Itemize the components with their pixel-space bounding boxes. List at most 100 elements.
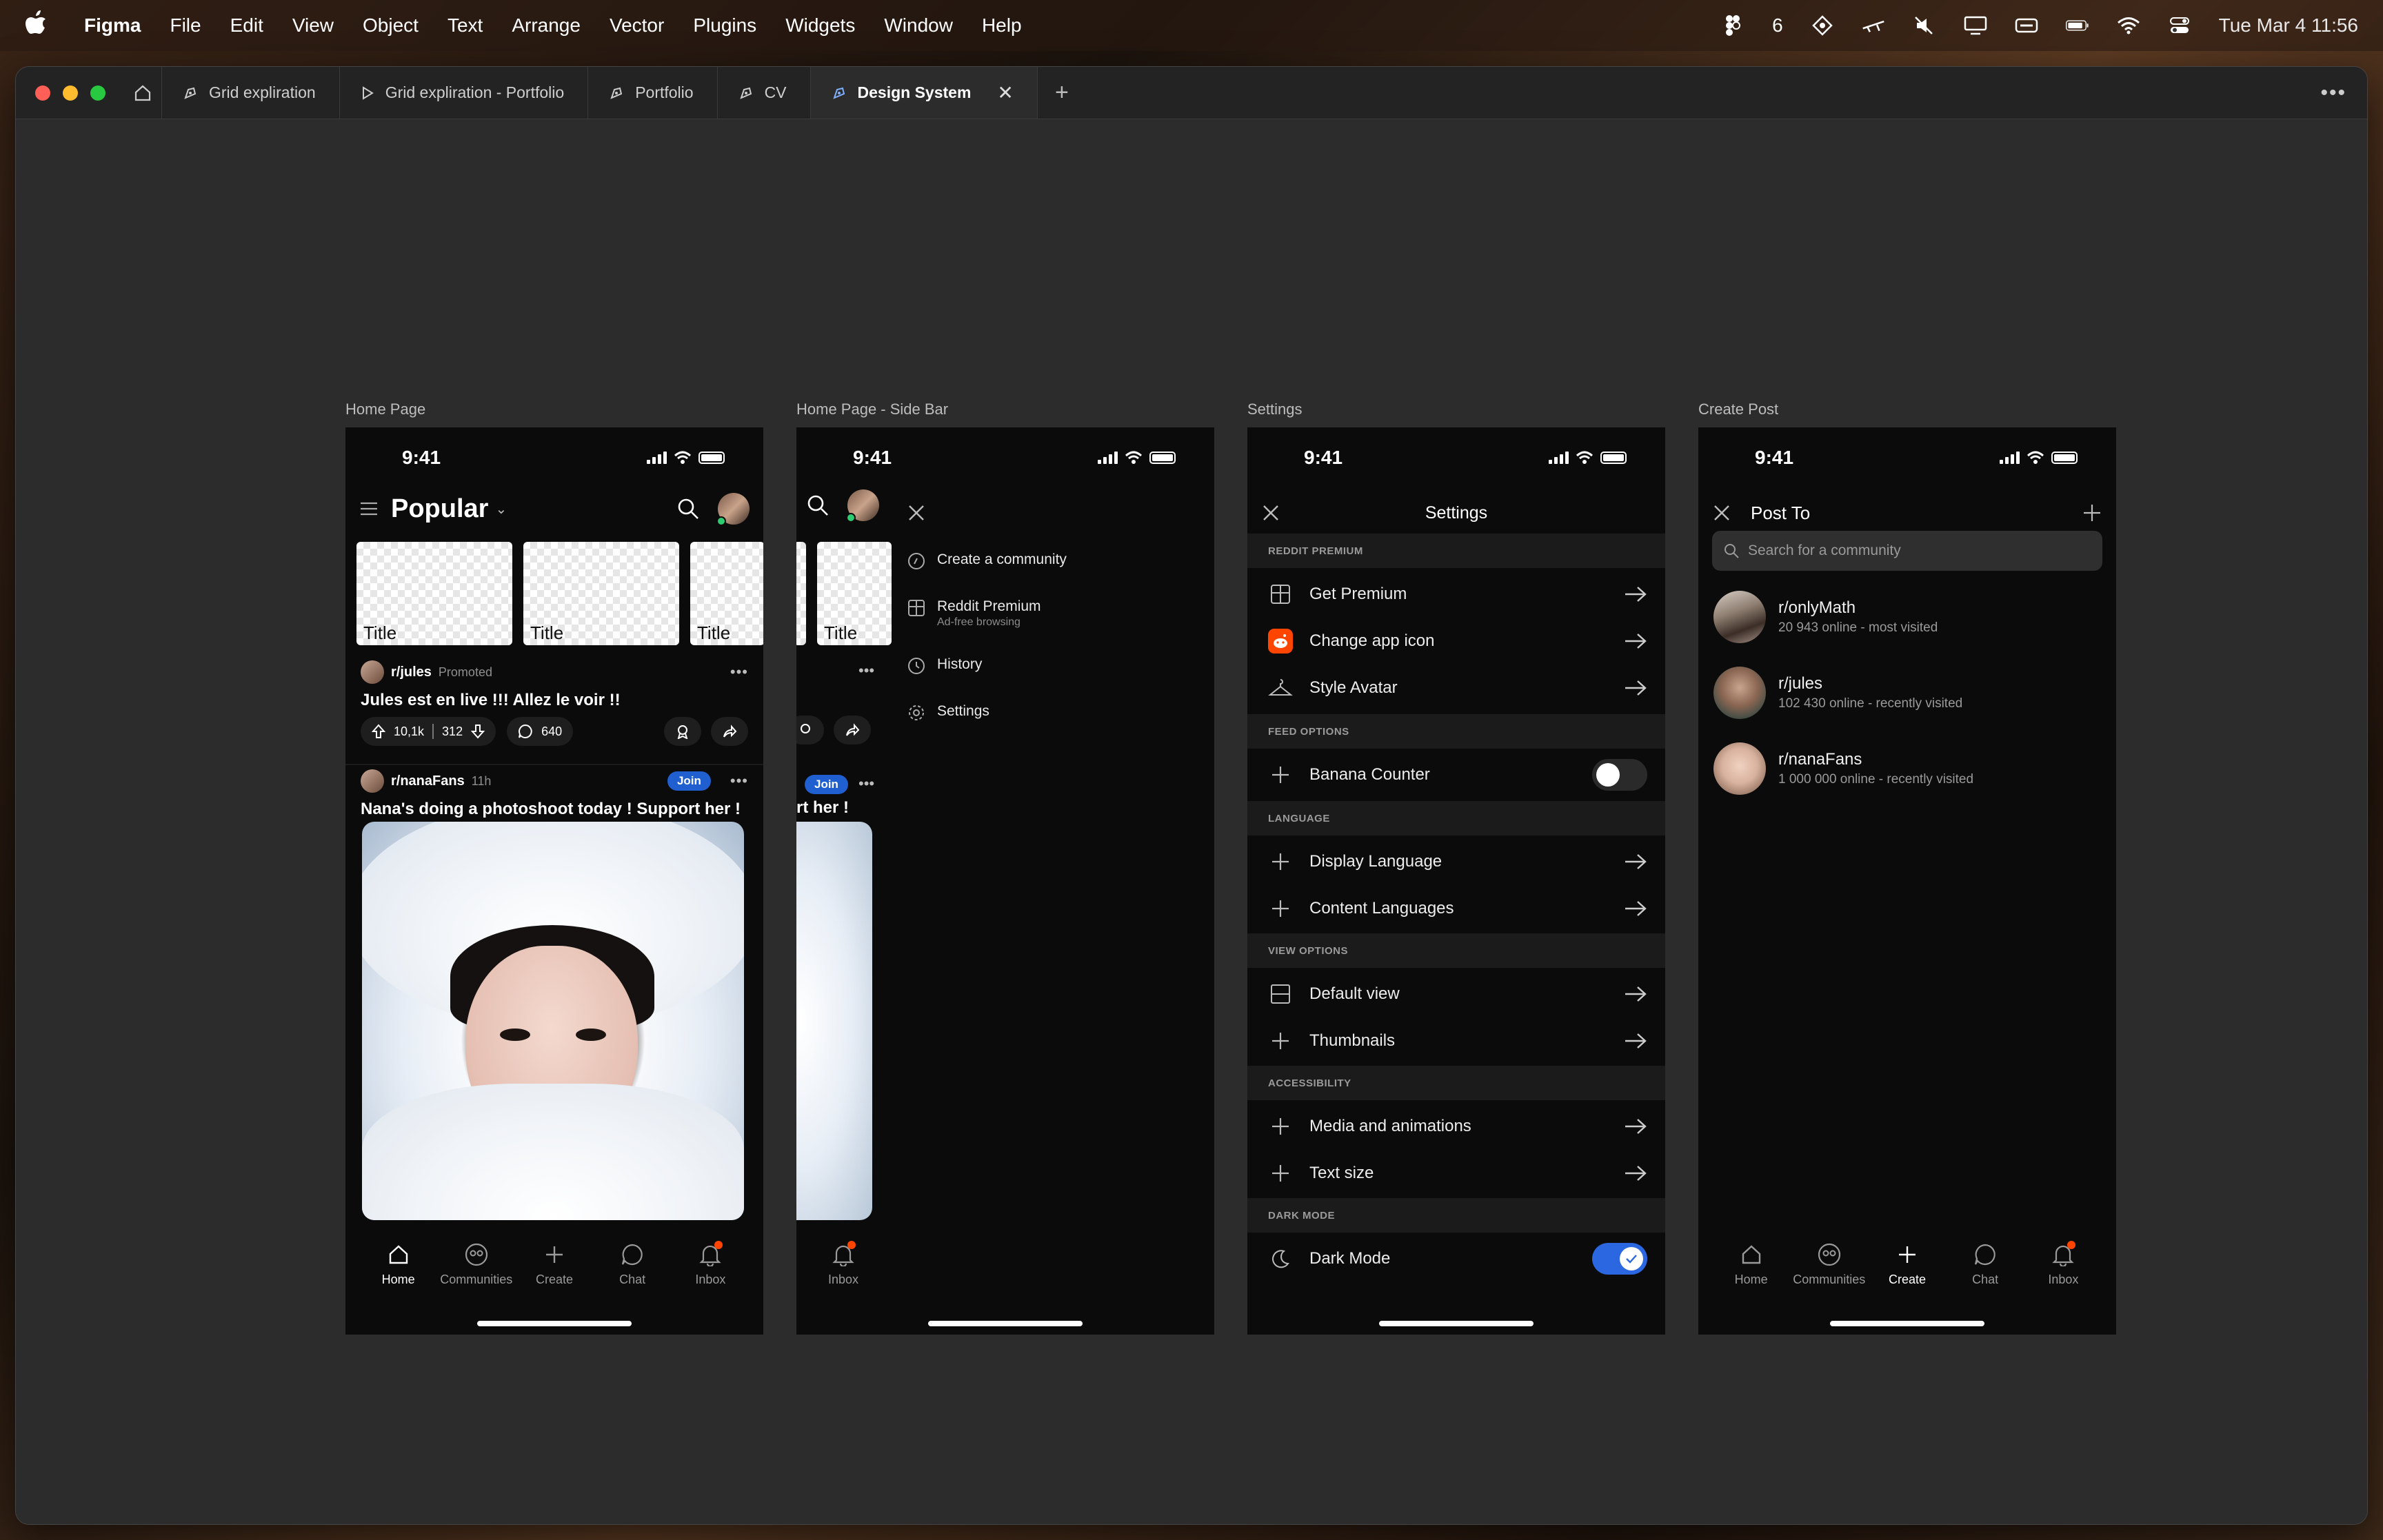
settings-row-text-size[interactable]: Text size: [1247, 1150, 1665, 1197]
menu-edit[interactable]: Edit: [230, 14, 263, 37]
display-icon[interactable]: [1964, 15, 1987, 36]
avatar[interactable]: [716, 493, 750, 526]
minimize-window-button[interactable]: [63, 85, 78, 101]
menu-object[interactable]: Object: [363, 14, 419, 37]
tab-grid-expliration-portfolio[interactable]: Grid expliration - Portfolio: [340, 67, 589, 119]
settings-row-default-view[interactable]: Default view: [1247, 971, 1665, 1017]
comments-button[interactable]: 640: [507, 717, 574, 746]
nav-chat[interactable]: Chat: [1951, 1241, 2020, 1310]
sidebar-item-history[interactable]: History: [907, 656, 1203, 676]
carousel-card[interactable]: Title: [690, 542, 763, 645]
settings-row-get-premium[interactable]: Get Premium: [1247, 571, 1665, 618]
menubar-clock[interactable]: Tue Mar 4 11:56: [2219, 14, 2358, 37]
more-menu-icon[interactable]: •••: [2320, 67, 2346, 119]
community-avatar[interactable]: [361, 660, 384, 684]
home-tab-button[interactable]: [123, 67, 162, 119]
post-image[interactable]: [796, 822, 872, 1220]
downvote-icon[interactable]: [471, 724, 485, 739]
zoom-window-button[interactable]: [90, 85, 105, 101]
feed-title[interactable]: Popular: [391, 494, 488, 524]
menu-widgets[interactable]: Widgets: [785, 14, 855, 37]
more-options-icon[interactable]: •••: [730, 772, 748, 790]
more-options-icon[interactable]: •••: [730, 663, 748, 681]
menu-vector[interactable]: Vector: [610, 14, 664, 37]
chevron-down-icon[interactable]: ⌄: [495, 500, 507, 518]
post-jules[interactable]: r/jules Promoted ••• Jules est en live !…: [361, 660, 748, 746]
nav-chat[interactable]: Chat: [598, 1241, 667, 1310]
carousel-card[interactable]: Title: [523, 542, 679, 645]
nav-home[interactable]: Home: [1717, 1241, 1786, 1310]
post-community[interactable]: r/nanaFans: [391, 773, 465, 789]
post-community[interactable]: r/jules: [391, 665, 432, 680]
settings-row-style-avatar[interactable]: Style Avatar: [1247, 665, 1665, 711]
menu-arrange[interactable]: Arrange: [512, 14, 581, 37]
post-image[interactable]: [362, 822, 744, 1220]
community-search-input[interactable]: Search for a community: [1712, 531, 2102, 571]
hamburger-menu-icon[interactable]: [359, 500, 379, 517]
battery-icon[interactable]: [2065, 15, 2089, 36]
community-item-onlymath[interactable]: r/onlyMath 20 943 online - most visited: [1713, 586, 2100, 648]
settings-row-display-language[interactable]: Display Language: [1247, 838, 1665, 885]
menu-app-figma[interactable]: Figma: [84, 14, 141, 37]
sidebar-item-reddit-premium[interactable]: Reddit Premium Ad-free browsing: [907, 598, 1203, 629]
dark-mode-toggle[interactable]: [1592, 1243, 1647, 1275]
share-button[interactable]: [711, 717, 748, 746]
frame-home-sidebar[interactable]: 9:41 Title ••• Join ••• rt her ! Inbox C…: [796, 427, 1214, 1335]
settings-row-change-app-icon[interactable]: Change app icon: [1247, 618, 1665, 665]
nav-inbox[interactable]: Inbox: [2029, 1241, 2098, 1310]
close-icon[interactable]: [1261, 503, 1280, 523]
settings-row-thumbnails[interactable]: Thumbnails: [1247, 1017, 1665, 1064]
community-item-jules[interactable]: r/jules 102 430 online - recently visite…: [1713, 662, 2100, 724]
award-button[interactable]: [664, 717, 701, 746]
community-avatar[interactable]: [361, 769, 384, 793]
frame-label-home[interactable]: Home Page: [345, 401, 425, 418]
more-options-icon[interactable]: •••: [858, 775, 874, 793]
carousel-card[interactable]: Title: [817, 542, 892, 645]
nav-inbox[interactable]: Inbox: [809, 1241, 878, 1287]
tab-design-system[interactable]: Design System ✕: [810, 67, 1038, 119]
apple-menu-icon[interactable]: [25, 10, 55, 41]
figma-canvas[interactable]: Home Page 9:41 Popular ⌄ Title Title Tit…: [16, 120, 2367, 1524]
close-tab-icon[interactable]: ✕: [997, 81, 1013, 104]
carousel-card[interactable]: Title: [356, 542, 512, 645]
avatar[interactable]: [846, 489, 879, 523]
settings-row-media-animations[interactable]: Media and animations: [1247, 1103, 1665, 1150]
more-options-icon[interactable]: •••: [858, 662, 874, 680]
tab-cv[interactable]: CV: [718, 67, 811, 119]
control-center-icon[interactable]: [2168, 15, 2191, 36]
figma-status-icon[interactable]: [1721, 15, 1744, 36]
post-title[interactable]: Jules est en live !!! Allez le voir !!: [361, 691, 748, 710]
settings-row-dark-mode[interactable]: Dark Mode: [1247, 1235, 1665, 1282]
search-icon[interactable]: [676, 497, 700, 520]
menu-text[interactable]: Text: [448, 14, 483, 37]
menu-window[interactable]: Window: [884, 14, 953, 37]
keyboard-icon[interactable]: [2015, 15, 2038, 36]
drone-icon[interactable]: [1862, 15, 1885, 36]
nav-home[interactable]: Home: [364, 1241, 433, 1310]
frame-home-page[interactable]: 9:41 Popular ⌄ Title Title Title r/jules…: [345, 427, 763, 1335]
menu-plugins[interactable]: Plugins: [693, 14, 756, 37]
nav-inbox[interactable]: Inbox: [676, 1241, 745, 1310]
frame-settings[interactable]: 9:41 Settings REDDIT PREMIUM Get Premium: [1247, 427, 1665, 1335]
sidebar-item-create-community[interactable]: Create a community: [907, 551, 1203, 571]
nav-create[interactable]: Create: [1873, 1241, 1942, 1310]
frame-label-create[interactable]: Create Post: [1698, 401, 1778, 418]
wifi-icon[interactable]: [2117, 15, 2140, 36]
frame-label-sidebar[interactable]: Home Page - Side Bar: [796, 401, 948, 418]
community-item-nanafans[interactable]: r/nanaFans 1 000 000 online - recently v…: [1713, 738, 2100, 800]
share-button[interactable]: [834, 716, 871, 744]
menu-file[interactable]: File: [170, 14, 201, 37]
frame-label-settings[interactable]: Settings: [1247, 401, 1303, 418]
plus-icon[interactable]: [2082, 503, 2102, 523]
join-button[interactable]: Join: [667, 771, 711, 791]
frame-create-post[interactable]: 9:41 Post To Search for a community r/on…: [1698, 427, 2116, 1335]
tab-grid-expliration[interactable]: Grid expliration: [162, 67, 340, 119]
banana-counter-toggle[interactable]: [1592, 759, 1647, 791]
menu-view[interactable]: View: [292, 14, 334, 37]
award-button[interactable]: [796, 716, 824, 744]
post-title[interactable]: Nana's doing a photoshoot today ! Suppor…: [361, 800, 748, 819]
nav-communities[interactable]: Communities: [1793, 1241, 1865, 1310]
upvote-icon[interactable]: [372, 724, 385, 739]
tab-portfolio[interactable]: Portfolio: [588, 67, 718, 119]
join-button[interactable]: Join: [805, 775, 848, 794]
